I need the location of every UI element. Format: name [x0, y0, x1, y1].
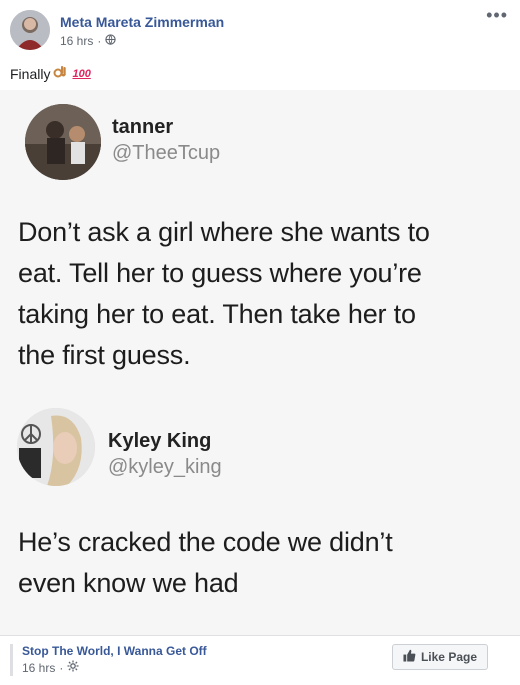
- post-meta: 16 hrs ·: [60, 34, 117, 48]
- tweet-author-handle: @TheeTcup: [112, 142, 221, 164]
- page-name-link[interactable]: Stop The World, I Wanna Get Off: [22, 644, 207, 658]
- author-name[interactable]: Meta Mareta Zimmerman: [60, 14, 224, 30]
- hundred-points-emoji-icon: 100: [72, 67, 91, 80]
- tweet-text-line: taking her to eat. Then take her to: [18, 299, 416, 329]
- reply-text-line: even know we had: [18, 568, 239, 598]
- like-page-label: Like Page: [420, 650, 477, 664]
- reply-author-name: Kyley King: [108, 430, 212, 452]
- reply-avatar: [17, 408, 95, 486]
- meta-separator: ·: [59, 660, 64, 675]
- tweet-author-name: tanner: [112, 116, 174, 138]
- meta-separator: ·: [97, 34, 102, 48]
- thumbs-up-icon: [403, 649, 416, 665]
- reply-text: He’s cracked the code we didn’t even kno…: [18, 522, 393, 604]
- reply-author-handle: @kyley_king: [108, 456, 222, 478]
- post-time[interactable]: 16 hrs: [60, 34, 93, 48]
- attribution-meta: 16 hrs ·: [22, 660, 79, 675]
- more-options-icon[interactable]: •••: [486, 6, 508, 24]
- tweet-text-line: eat. Tell her to guess where you’re: [18, 258, 422, 288]
- tweet-avatar: [25, 104, 101, 180]
- like-page-button[interactable]: Like Page: [391, 644, 488, 670]
- post-header: Meta Mareta Zimmerman 16 hrs · •••: [0, 0, 520, 60]
- tweet-text-line: the first guess.: [18, 340, 191, 370]
- author-avatar[interactable]: [10, 10, 50, 50]
- gear-icon: [67, 660, 79, 675]
- tweet-text: Don’t ask a girl where she wants to eat.…: [18, 212, 430, 376]
- caption-text: Finally: [10, 65, 51, 82]
- page-attribution: Stop The World, I Wanna Get Off 16 hrs ·…: [0, 636, 520, 685]
- ok-hand-emoji-icon: [52, 64, 68, 83]
- post-caption: Finally 100: [10, 64, 91, 83]
- tweet-text-line: Don’t ask a girl where she wants to: [18, 217, 430, 247]
- attribution-bar: [10, 644, 13, 676]
- reply-text-line: He’s cracked the code we didn’t: [18, 527, 393, 557]
- shared-image[interactable]: tanner @TheeTcup Don’t ask a girl where …: [0, 90, 520, 635]
- attribution-time[interactable]: 16 hrs: [22, 661, 55, 675]
- globe-icon: [105, 34, 117, 48]
